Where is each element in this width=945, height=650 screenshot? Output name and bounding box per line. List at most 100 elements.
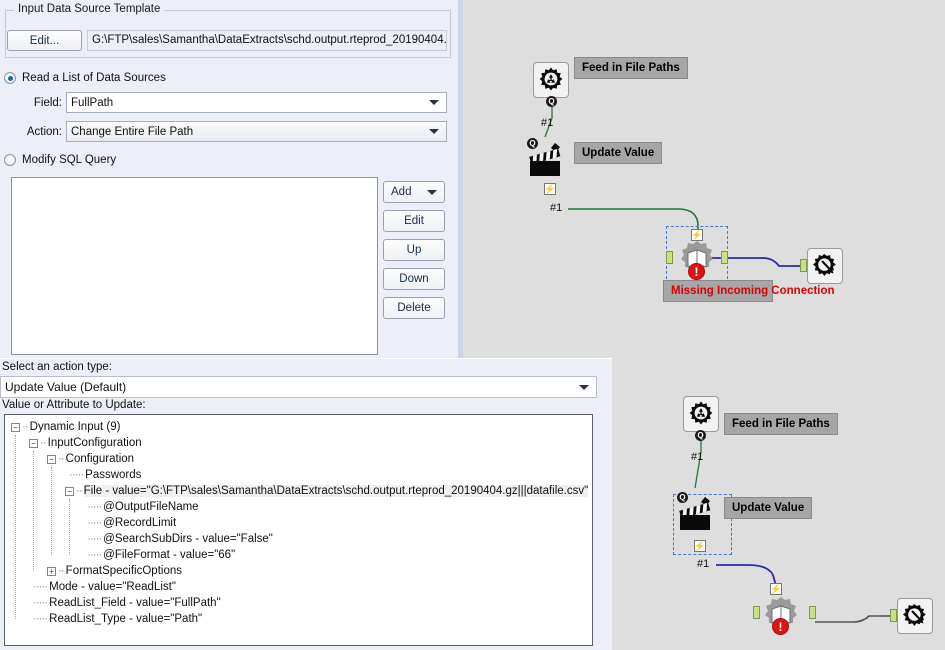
tree-node[interactable]: ····· @OutputFileName — [5, 499, 592, 515]
chevron-down-icon-action[interactable] — [429, 129, 439, 134]
tree-leaf-dash: ····· — [33, 581, 48, 594]
tree-leaf-dash: ····· — [33, 613, 48, 626]
gear-arrow-icon-bottom-svg — [903, 604, 926, 626]
tree-node[interactable]: + ·· FormatSpecificOptions — [5, 563, 592, 579]
radio-modify-sql-row[interactable]: Modify SQL Query — [4, 154, 116, 166]
output-anchor-bottom[interactable] — [809, 606, 816, 619]
input-anchor-render-top[interactable] — [800, 259, 807, 272]
field-combobox[interactable]: FullPath — [66, 92, 447, 113]
input-anchor-bottom[interactable] — [753, 606, 760, 619]
collapse-toggle-icon[interactable]: − — [29, 438, 38, 448]
tree-leaf-dash: ····· — [87, 533, 102, 546]
action-combobox[interactable]: Change Entire File Path — [66, 121, 447, 142]
annotation-update-bottom: Update Value — [724, 497, 813, 520]
gear-arrow-icon-bottom — [897, 598, 933, 634]
tree-node[interactable]: ····· @SearchSubDirs - value="False" — [5, 531, 592, 547]
action-type-value: Update Value (Default) — [5, 380, 127, 394]
tree-node[interactable]: ····· @FileFormat - value="66" — [5, 547, 592, 563]
radio-read-list-button[interactable] — [4, 72, 16, 84]
tree-leaf-dash: ····· — [87, 549, 102, 562]
up-button[interactable]: Up — [383, 239, 445, 261]
tree-node-label: @FileFormat - value="66" — [103, 549, 236, 561]
radio-read-list-row[interactable]: Read a List of Data Sources — [4, 72, 166, 84]
tree-node[interactable]: − ·· InputConfiguration — [5, 435, 592, 451]
add-button-label: Add — [391, 186, 412, 198]
field-label: Field: — [33, 97, 62, 109]
annotation-error-text: Missing Incoming Connection — [671, 285, 835, 297]
tool-action-top[interactable] — [527, 140, 567, 180]
chevron-down-icon-action-type[interactable] — [579, 384, 589, 390]
input-anchor-render-bottom[interactable] — [890, 609, 897, 622]
value-attribute-tree[interactable]: − ·· Dynamic Input (9) − ·· InputConfiguratio… — [4, 414, 593, 646]
add-button[interactable]: Add — [383, 181, 445, 203]
tree-dash: ·· — [22, 421, 29, 434]
collapse-toggle-icon[interactable]: − — [47, 454, 56, 464]
template-path-display: G:\FTP\sales\Samantha\DataExtracts\schd.… — [87, 30, 447, 51]
expand-toggle-icon[interactable]: + — [47, 566, 56, 576]
tool-render-top[interactable] — [807, 248, 843, 284]
tree-dash: ·· — [76, 485, 83, 498]
tree-node-label: ReadList_Field - value="FullPath" — [49, 597, 221, 609]
input-anchor-top[interactable] — [666, 251, 673, 264]
error-badge-top[interactable]: ! — [688, 263, 705, 280]
gear-recycle-icon-bottom-svg — [689, 401, 713, 425]
radio-modify-sql-button[interactable] — [4, 154, 16, 166]
action-label: Action: — [26, 126, 62, 138]
tree-dash: ·· — [58, 453, 65, 466]
error-badge-bottom[interactable]: ! — [772, 618, 789, 635]
collapse-toggle-icon[interactable]: − — [65, 486, 74, 496]
collapse-toggle-icon[interactable]: − — [11, 422, 20, 432]
tree-node[interactable]: ····· ReadList_Field - value="FullPath" — [5, 595, 592, 611]
tree-node[interactable]: − ·· Dynamic Input (9) — [5, 419, 592, 435]
annotation-feed-bottom: Feed in File Paths — [724, 413, 838, 436]
gear-recycle-icon — [533, 62, 569, 98]
action-type-combobox[interactable]: Update Value (Default) — [0, 376, 597, 398]
annotation-update-top: Update Value — [574, 142, 663, 165]
tree-node[interactable]: ····· ReadList_Type - value="Path" — [5, 611, 592, 627]
tree-leaf-dash: ····· — [69, 469, 84, 482]
radio-read-list-label: Read a List of Data Sources — [22, 72, 166, 84]
tree-node-label: Mode - value="ReadList" — [49, 581, 176, 593]
input-config-panel: Input Data Source Template Edit... G:\FT… — [0, 0, 458, 358]
tool-directory-bottom[interactable] — [683, 396, 719, 432]
gear-recycle-icon-bottom — [683, 396, 719, 432]
select-action-type-label: Select an action type: — [2, 361, 112, 373]
tree-guide-line — [69, 499, 70, 555]
top-conn-label-2: #1 — [550, 202, 563, 214]
tree-node-label: @OutputFileName — [103, 501, 199, 513]
tree-node[interactable]: − ·· File - value="G:\FTP\sales\Samantha\D… — [5, 483, 592, 499]
delete-button[interactable]: Delete — [383, 297, 445, 319]
edit-list-button[interactable]: Edit — [383, 210, 445, 232]
chevron-down-icon-add[interactable] — [427, 189, 437, 195]
question-marker-icon-top: Q — [546, 96, 557, 107]
tree-node-label: @RecordLimit — [103, 517, 177, 529]
gear-arrow-icon — [807, 248, 843, 284]
tree-node[interactable]: ····· @RecordLimit — [5, 515, 592, 531]
clapperboard-icon-bottom — [677, 494, 717, 534]
tool-directory-top[interactable] — [533, 62, 569, 98]
tool-action-bottom[interactable] — [677, 494, 717, 534]
top-conn-label-1: #1 — [541, 117, 554, 129]
tool-render-bottom[interactable] — [897, 598, 933, 634]
tree-dash: ·· — [58, 565, 65, 578]
tree-node-label: Configuration — [65, 453, 135, 465]
chevron-down-icon-field[interactable] — [429, 100, 439, 105]
tree-guide-line — [15, 435, 16, 619]
clapperboard-icon — [527, 140, 567, 180]
lightning-connector-icon-top: ⚡ — [544, 183, 556, 195]
annotation-error-top: Missing Incoming Connection — [663, 280, 835, 303]
field-combobox-value: FullPath — [71, 96, 114, 109]
down-button[interactable]: Down — [383, 268, 445, 290]
tree-node[interactable]: ····· Passwords — [5, 467, 592, 483]
data-sources-listbox[interactable] — [11, 177, 378, 355]
tree-node[interactable]: − ·· Configuration — [5, 451, 592, 467]
tree-dash: ·· — [40, 437, 47, 450]
tree-node-label: InputConfiguration — [47, 437, 142, 449]
tree-node[interactable]: ····· Mode - value="ReadList" — [5, 579, 592, 595]
tree-leaf-dash: ····· — [87, 517, 102, 530]
clapperboard-icon-bottom-svg — [679, 497, 711, 530]
edit-template-button[interactable]: Edit... — [7, 30, 82, 51]
radio-modify-sql-label: Modify SQL Query — [22, 154, 117, 166]
output-anchor-top[interactable] — [721, 251, 728, 264]
tree-node-label: Dynamic Input (9) — [29, 421, 121, 433]
